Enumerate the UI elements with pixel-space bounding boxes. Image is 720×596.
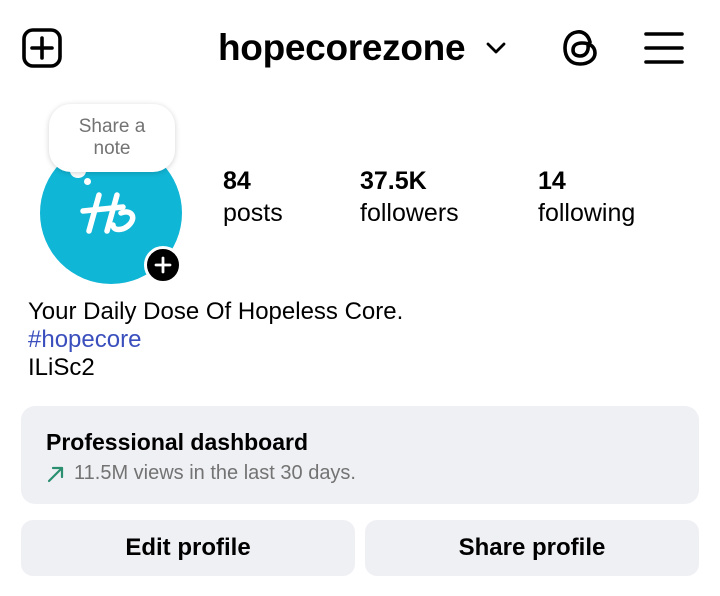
following-label: following bbox=[538, 199, 636, 227]
top-bar: hopecorezone bbox=[0, 0, 720, 96]
dashboard-views-text: 11.5M views in the last 30 days. bbox=[74, 462, 356, 484]
followers-label: followers bbox=[360, 199, 459, 227]
new-post-icon[interactable] bbox=[20, 26, 64, 70]
professional-dashboard-card[interactable]: Professional dashboard 11.5M views in th… bbox=[21, 406, 699, 504]
profile-bio: Your Daily Dose Of Hopeless Core. #hopec… bbox=[28, 298, 688, 382]
dashboard-subtitle-row: 11.5M views in the last 30 days. bbox=[46, 462, 674, 485]
plus-icon bbox=[154, 256, 172, 274]
note-text: Share a note bbox=[78, 116, 146, 159]
stat-following[interactable]: 14 following bbox=[538, 166, 635, 230]
account-switcher[interactable]: hopecorezone bbox=[218, 22, 507, 74]
bio-extra-text: ILiSc2 bbox=[28, 354, 95, 381]
share-profile-button[interactable]: Share profile bbox=[365, 520, 699, 576]
avatar-logo-icon bbox=[80, 192, 136, 234]
followers-count: 37.5K bbox=[360, 167, 427, 195]
bio-hashtag-link[interactable]: #hopecore bbox=[28, 326, 688, 354]
posts-label: posts bbox=[223, 199, 283, 227]
following-count: 14 bbox=[538, 167, 566, 195]
share-note-bubble[interactable]: Share a note bbox=[49, 104, 175, 172]
note-bubble-tail-dot bbox=[84, 178, 91, 185]
chevron-down-icon bbox=[485, 37, 507, 59]
trend-up-icon bbox=[46, 463, 68, 485]
threads-icon[interactable] bbox=[558, 25, 604, 71]
edit-profile-button[interactable]: Edit profile bbox=[21, 520, 355, 576]
profile-username: hopecorezone bbox=[218, 27, 466, 68]
hamburger-menu-icon[interactable] bbox=[642, 27, 686, 69]
bio-text: Your Daily Dose Of Hopeless Core. bbox=[28, 298, 404, 325]
stat-posts[interactable]: 84 posts bbox=[223, 166, 283, 230]
add-story-button[interactable] bbox=[144, 246, 182, 284]
stat-followers[interactable]: 37.5K followers bbox=[360, 166, 459, 230]
posts-count: 84 bbox=[223, 167, 251, 195]
dashboard-title: Professional dashboard bbox=[46, 429, 309, 455]
